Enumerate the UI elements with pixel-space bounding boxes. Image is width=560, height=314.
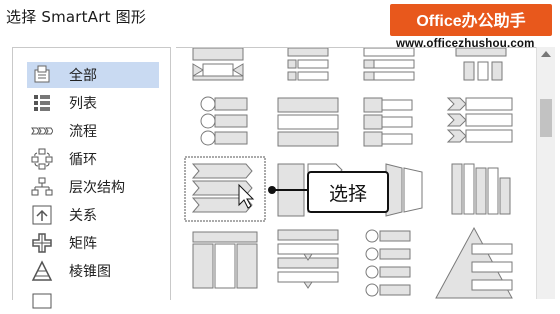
layout-thumbnail[interactable] [451, 163, 511, 215]
layout-thumbnail[interactable] [365, 229, 411, 297]
select-callout: 选择 [307, 171, 389, 213]
callout-label: 选择 [328, 182, 367, 205]
category-list: 全部 列表 流程 循环 层次结构 关系 矩阵 棱锥图 [12, 47, 171, 309]
layout-thumbnail-selected[interactable] [184, 156, 266, 222]
category-item-hierarchy[interactable]: 层次结构 [27, 174, 159, 200]
relationship-icon [31, 204, 53, 226]
category-label: 矩阵 [69, 236, 97, 252]
layout-thumbnail[interactable] [277, 229, 339, 289]
scroll-thumb[interactable] [540, 99, 552, 137]
layout-thumbnail[interactable] [192, 231, 258, 289]
category-item-matrix[interactable]: 矩阵 [27, 230, 159, 256]
layout-thumbnail[interactable] [446, 97, 513, 143]
all-icon [31, 64, 53, 86]
layout-thumbnail[interactable] [200, 96, 248, 146]
category-label: 全部 [69, 68, 97, 84]
watermark-badge: Office办公助手 [390, 4, 552, 36]
hierarchy-icon [31, 176, 53, 198]
process-icon [31, 120, 54, 142]
category-label: 流程 [69, 124, 97, 140]
category-item-partial[interactable] [27, 286, 159, 312]
matrix-icon [31, 232, 53, 254]
category-label: 棱锥图 [69, 264, 111, 280]
layout-thumbnail[interactable] [363, 97, 413, 147]
category-item-cycle[interactable]: 循环 [27, 146, 159, 172]
category-item-process[interactable]: 流程 [27, 118, 159, 144]
category-item-all[interactable]: 全部 [27, 62, 159, 88]
layout-thumbnail[interactable] [287, 48, 329, 81]
layout-thumbnail[interactable] [385, 163, 423, 217]
dialog-title: 选择 SmartArt 图形 [6, 8, 147, 26]
category-item-relationship[interactable]: 关系 [27, 202, 159, 228]
layout-thumbnail[interactable] [277, 97, 339, 147]
layout-thumbnail[interactable] [435, 226, 513, 299]
watermark-brand: Office办公助手 [416, 13, 526, 30]
gallery-scrollbar[interactable] [536, 47, 555, 299]
layout-thumbnail[interactable] [192, 48, 244, 81]
category-label: 循环 [69, 152, 97, 168]
category-label: 列表 [69, 96, 97, 112]
picture-icon [31, 288, 53, 310]
pyramid-icon [31, 260, 53, 282]
list-icon [31, 92, 53, 114]
category-item-list[interactable]: 列表 [27, 90, 159, 116]
cycle-icon [31, 148, 53, 170]
category-item-pyramid[interactable]: 棱锥图 [27, 258, 159, 284]
layout-thumbnail[interactable] [363, 48, 415, 81]
layout-thumbnail[interactable] [455, 48, 507, 81]
category-label: 层次结构 [69, 180, 125, 196]
scroll-up-icon[interactable] [541, 51, 551, 57]
category-label: 关系 [69, 208, 97, 224]
